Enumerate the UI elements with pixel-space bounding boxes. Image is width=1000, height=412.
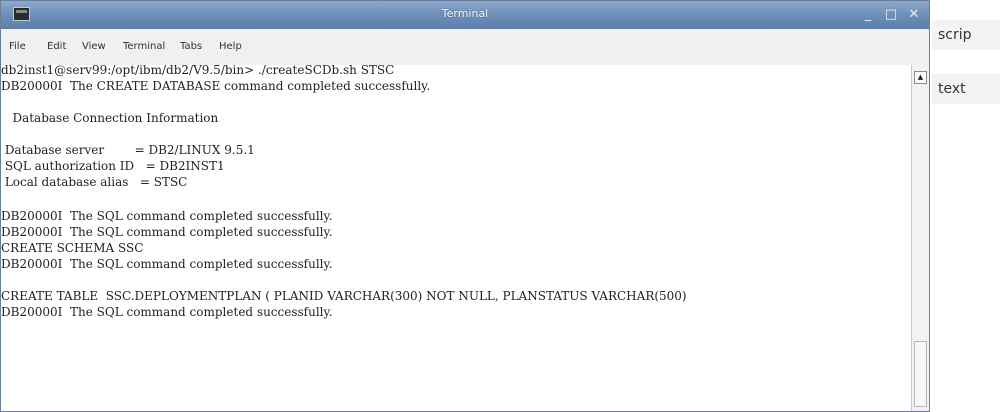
scrollbar-thumb[interactable] (914, 341, 927, 407)
terminal-line: Database server = DB2/LINUX 9.5.1 (1, 143, 255, 157)
window-title: Terminal (441, 7, 489, 20)
menu-view[interactable]: View (82, 41, 106, 52)
title-bar[interactable]: Terminal _ □ ✕ (1, 1, 929, 29)
menu-terminal[interactable]: Terminal (123, 41, 165, 52)
menu-edit[interactable]: Edit (47, 41, 66, 52)
terminal-line: CREATE SCHEMA SSC (1, 241, 144, 255)
maximize-button[interactable]: □ (884, 8, 898, 22)
menu-bar: File Edit View Terminal Tabs Help (1, 29, 929, 66)
terminal-line: DB20000I The SQL command completed succe… (1, 257, 333, 271)
close-button[interactable]: ✕ (907, 8, 921, 22)
side-item-script[interactable]: scrip (932, 20, 1000, 50)
terminal-line: Database Connection Information (1, 111, 219, 125)
terminal-window: Terminal _ □ ✕ File Edit View Terminal T… (0, 0, 930, 412)
terminal-line: SQL authorization ID = DB2INST1 (1, 159, 225, 173)
window-controls: _ □ ✕ (861, 5, 921, 25)
side-item-text[interactable]: text (932, 74, 1000, 104)
menu-help[interactable]: Help (219, 41, 242, 52)
terminal-line: Local database alias = STSC (1, 175, 188, 189)
terminal-output[interactable]: db2inst1@serv99:/opt/ibm/db2/V9.5/bin> .… (1, 65, 911, 411)
terminal-line: DB20000I The SQL command completed succe… (1, 209, 333, 223)
minimize-button[interactable]: _ (861, 8, 875, 22)
terminal-line: DB20000I The CREATE DATABASE command com… (1, 79, 431, 93)
side-panel: scrip text (932, 0, 1000, 412)
terminal-line: CREATE TABLE SSC.DEPLOYMENTPLAN ( PLANID… (1, 289, 687, 303)
terminal-line: db2inst1@serv99:/opt/ibm/db2/V9.5/bin> .… (1, 65, 395, 77)
terminal-line: DB20000I The SQL command completed succe… (1, 225, 333, 239)
terminal-line: DB20000I The SQL command completed succe… (1, 305, 333, 319)
menu-file[interactable]: File (9, 41, 26, 52)
vertical-scrollbar[interactable]: ▲ (911, 65, 929, 411)
scroll-up-button[interactable]: ▲ (914, 71, 927, 84)
menu-tabs[interactable]: Tabs (180, 41, 202, 52)
